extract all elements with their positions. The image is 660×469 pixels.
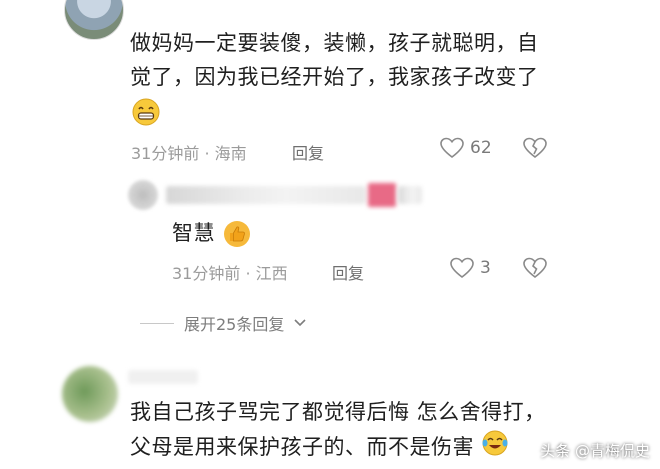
reply-username-blurred-tail <box>398 186 422 204</box>
avatar[interactable] <box>62 366 118 422</box>
reply-text: 智慧 <box>172 216 251 250</box>
like-count: 3 <box>480 258 491 278</box>
dislike-broken-heart-icon[interactable] <box>523 257 547 283</box>
reply-username-blurred <box>166 186 366 204</box>
reply-text-content: 智慧 <box>172 221 215 245</box>
dislike-broken-heart-icon[interactable] <box>523 137 547 163</box>
heart-icon <box>440 137 464 159</box>
chevron-down-icon <box>294 319 306 327</box>
reply-button[interactable]: 回复 <box>292 140 324 164</box>
reply-avatar[interactable] <box>128 180 158 210</box>
reply-button[interactable]: 回复 <box>332 260 364 284</box>
username-blurred <box>128 370 198 384</box>
comment-text-line: 我自己孩子骂完了都觉得后悔 怎么舍得打， <box>130 400 546 424</box>
comment-time-location: 31分钟前 · 海南 <box>131 144 247 163</box>
comment-text-line: 做妈妈一定要装傻，装懒，孩子就聪明，自 <box>130 31 539 55</box>
divider-line <box>140 322 174 324</box>
grinning-face-icon <box>131 97 161 131</box>
like-button[interactable]: 3 <box>450 257 491 279</box>
avatar[interactable] <box>64 0 124 40</box>
crying-laughing-icon <box>481 429 509 467</box>
like-count: 62 <box>470 138 492 158</box>
comment-text-line-content: 父母是用来保护孩子的、而不是伤害 <box>130 435 474 459</box>
reply-time-location: 31分钟前 · 江西 <box>172 264 288 283</box>
watermark: 头条 @青梅侃史 <box>540 442 650 460</box>
comment-text-line: 觉了，因为我已经开始了，我家孩子改变了 <box>130 65 539 89</box>
heart-icon <box>450 257 474 279</box>
expand-replies-button[interactable]: 展开25条回复 <box>140 311 306 335</box>
thumbs-up-icon <box>224 221 251 247</box>
like-button[interactable]: 62 <box>440 137 492 159</box>
comment-text: 我自己孩子骂完了都觉得后悔 怎么舍得打， 父母是用来保护孩子的、而不是伤害 <box>130 395 546 467</box>
blurred-badge <box>368 183 396 207</box>
expand-replies-label: 展开25条回复 <box>184 315 285 334</box>
comment-text-line: 父母是用来保护孩子的、而不是伤害 <box>130 429 546 467</box>
comment-text: 做妈妈一定要装傻，装懒，孩子就聪明，自 觉了，因为我已经开始了，我家孩子改变了 <box>130 26 539 94</box>
